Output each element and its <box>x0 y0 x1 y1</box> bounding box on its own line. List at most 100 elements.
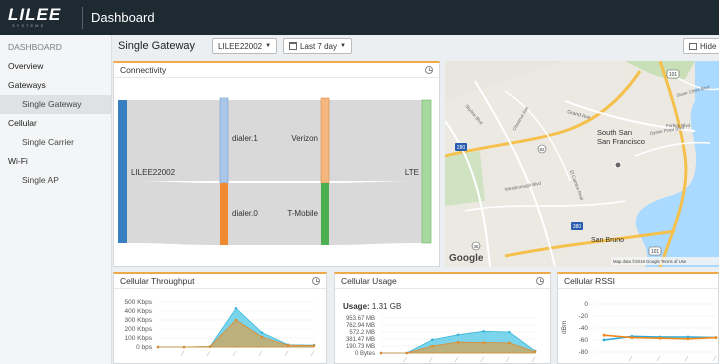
rssi-point[interactable] <box>714 336 718 339</box>
throughput-point[interactable] <box>156 345 160 349</box>
throughput-point[interactable] <box>208 345 212 348</box>
usage-point[interactable] <box>482 330 485 333</box>
throughput-point[interactable] <box>182 345 186 349</box>
usage-total: Usage: 1.31 GB <box>343 302 401 311</box>
sidebar-item-wifi[interactable]: Wi-Fi <box>0 152 111 171</box>
x-tick-mark <box>258 350 263 357</box>
sankey-diagram: LILEE22002 dialer.1 Verizon dialer.0 T-M… <box>118 97 432 245</box>
date-range-select[interactable]: Last 7 day ▼ <box>283 38 352 54</box>
panel-header: Cellular Usage <box>335 274 550 289</box>
sidebar: DASHBOARD Overview Gateways Single Gatew… <box>0 35 112 364</box>
throughput-point[interactable] <box>234 318 238 322</box>
panel-header: Cellular Throughput <box>114 274 326 289</box>
throughput-point[interactable] <box>260 331 264 334</box>
map-label-san-bruno: San Bruno <box>591 237 624 244</box>
date-range-value: Last 7 day <box>300 41 337 51</box>
sidebar-item-overview[interactable]: Overview <box>0 57 111 76</box>
rssi-panel: Cellular RSSI dBm 0 -20 -40 -60 -80 <box>557 272 719 364</box>
usage-panel: Cellular Usage Usage: 1.31 GB 953.67 MB … <box>334 272 551 364</box>
sankey-node-lte[interactable] <box>421 99 432 244</box>
flow-tmobile-lte <box>329 181 422 245</box>
hide-button-label: Hide <box>700 41 717 51</box>
panel-header: Connectivity <box>114 63 439 78</box>
tick-label: -80 <box>579 349 589 356</box>
brand-logo[interactable]: LILEE SYSTEMS <box>0 0 82 35</box>
x-tick-mark <box>480 356 484 363</box>
device-select[interactable]: LILEE22002 ▼ <box>212 38 278 54</box>
usage-point[interactable] <box>533 350 537 353</box>
map-label-forbes: Forbes Blvd <box>666 123 691 128</box>
map-canvas[interactable]: South San San Francisco San Bruno Grand … <box>445 61 719 267</box>
throughput-point[interactable] <box>312 344 316 347</box>
sidebar-item-gateways[interactable]: Gateways <box>0 76 111 95</box>
usage-label: Usage: <box>343 302 370 311</box>
throughput-point[interactable] <box>260 335 264 339</box>
usage-point[interactable] <box>431 344 434 348</box>
sankey-node-dialer0[interactable] <box>220 183 228 245</box>
throughput-point[interactable] <box>286 343 290 347</box>
device-select-value: LILEE22002 <box>218 41 263 51</box>
tick-label: -60 <box>579 337 589 344</box>
route-shield-280: 280 <box>455 143 467 151</box>
sidebar-item-single-carrier[interactable]: Single Carrier <box>0 133 111 152</box>
usage-value: 1.31 GB <box>371 302 402 311</box>
route-shield-101-south: 101 <box>648 246 662 256</box>
rssi-point[interactable] <box>602 338 606 342</box>
clock-icon[interactable] <box>536 277 544 285</box>
tick-label: 190.73 MB <box>346 344 375 350</box>
clock-icon[interactable] <box>312 277 320 285</box>
sankey-label-dialer0: dialer.0 <box>232 209 258 218</box>
panel-title: Cellular Throughput <box>120 276 195 286</box>
app-title: Dashboard <box>91 10 155 25</box>
sankey-label-source: LILEE22002 <box>131 168 176 177</box>
panel-title: Connectivity <box>120 65 167 75</box>
x-tick-mark <box>454 356 459 363</box>
rssi-point[interactable] <box>602 333 606 337</box>
location-marker[interactable] <box>614 161 622 169</box>
sankey-node-dialer1[interactable] <box>219 97 229 184</box>
usage-point[interactable] <box>508 341 511 345</box>
sankey-node-source[interactable] <box>118 100 127 243</box>
throughput-area-2 <box>158 319 315 348</box>
throughput-point[interactable] <box>234 307 238 310</box>
tick-label: 300 Kbps <box>125 317 153 324</box>
rssi-chart: dBm 0 -20 -40 -60 -80 <box>561 301 718 362</box>
sankey-label-tmobile: T-Mobile <box>287 209 318 218</box>
hide-button[interactable]: Hide <box>683 38 719 54</box>
map-label-san-francisco: San Francisco <box>597 137 645 146</box>
usage-point[interactable] <box>431 338 434 341</box>
usage-point[interactable] <box>482 341 485 344</box>
usage-point[interactable] <box>456 333 460 337</box>
x-tick-mark <box>180 350 185 357</box>
usage-point[interactable] <box>508 330 511 334</box>
topbar-divider <box>82 6 83 29</box>
tick-label: 0 <box>584 301 588 308</box>
x-tick-mark <box>232 350 237 357</box>
route-shield-101: 101 <box>666 69 680 79</box>
clock-icon[interactable] <box>425 66 433 74</box>
x-tick-mark <box>531 356 536 363</box>
tick-label: -40 <box>579 325 589 332</box>
tick-label: 500 Kbps <box>125 299 153 306</box>
sidebar-item-single-ap[interactable]: Single AP <box>0 171 111 190</box>
rssi-point[interactable] <box>630 336 634 339</box>
sankey-node-tmobile[interactable] <box>321 183 329 245</box>
axis-label-dbm: dBm <box>561 321 568 334</box>
rssi-point[interactable] <box>658 336 662 340</box>
x-tick-mark <box>310 350 315 357</box>
google-logo: Google <box>449 253 484 264</box>
route-shield-82: 82 <box>537 144 547 154</box>
top-bar: LILEE SYSTEMS Dashboard <box>0 0 719 35</box>
location-map[interactable]: South San San Francisco San Bruno Grand … <box>445 61 719 267</box>
sankey-node-verizon[interactable] <box>320 97 330 184</box>
x-tick-mark <box>403 356 407 363</box>
usage-point[interactable] <box>405 351 408 355</box>
map-attribution[interactable]: Map data ©2018 Google Terms of Use <box>613 259 687 264</box>
sidebar-item-single-gateway[interactable]: Single Gateway <box>0 95 111 114</box>
rssi-point[interactable] <box>686 337 690 341</box>
tick-label: 400 Kbps <box>125 308 153 315</box>
caret-down-icon: ▼ <box>339 43 346 49</box>
sidebar-item-cellular[interactable]: Cellular <box>0 114 111 133</box>
usage-point[interactable] <box>379 351 383 355</box>
usage-point[interactable] <box>456 340 460 344</box>
